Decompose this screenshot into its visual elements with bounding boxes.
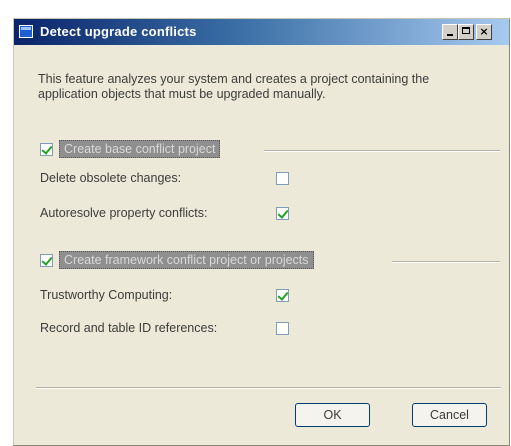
maximize-button[interactable] [458,24,474,40]
minimize-button[interactable] [442,24,458,40]
group2-header[interactable]: Create framework conflict project or pro… [40,250,314,270]
trustworthy-computing-checkbox[interactable] [276,289,289,302]
delete-obsolete-label: Delete obsolete changes: [40,171,182,185]
group1-header[interactable]: Create base conflict project [40,139,221,159]
dialog-window: Detect upgrade conflicts × This feature … [13,18,510,446]
create-framework-conflict-label[interactable]: Create framework conflict project or pro… [59,251,314,269]
record-table-id-label: Record and table ID references: [40,321,218,335]
close-icon: × [479,25,489,38]
ok-button[interactable]: OK [295,403,370,427]
create-base-conflict-label[interactable]: Create base conflict project [59,140,221,158]
create-base-conflict-checkbox[interactable] [40,142,53,156]
autoresolve-property-label: Autoresolve property conflicts: [40,206,208,220]
minimize-icon [447,34,453,36]
record-table-id-checkbox[interactable] [276,322,289,335]
autoresolve-property-checkbox[interactable] [276,207,289,220]
window-title: Detect upgrade conflicts [40,24,197,39]
group1-separator [264,150,500,152]
delete-obsolete-checkbox[interactable] [276,172,289,185]
group2-separator [392,261,500,263]
cancel-button[interactable]: Cancel [412,403,487,427]
description-text: This feature analyzes your system and cr… [38,72,430,101]
maximize-icon [462,27,470,34]
bottom-separator [36,387,501,389]
trustworthy-computing-label: Trustworthy Computing: [40,288,173,302]
title-bar[interactable]: Detect upgrade conflicts × [14,19,509,45]
create-framework-conflict-checkbox[interactable] [40,253,53,267]
window-icon [19,25,33,38]
close-button[interactable]: × [476,24,492,40]
